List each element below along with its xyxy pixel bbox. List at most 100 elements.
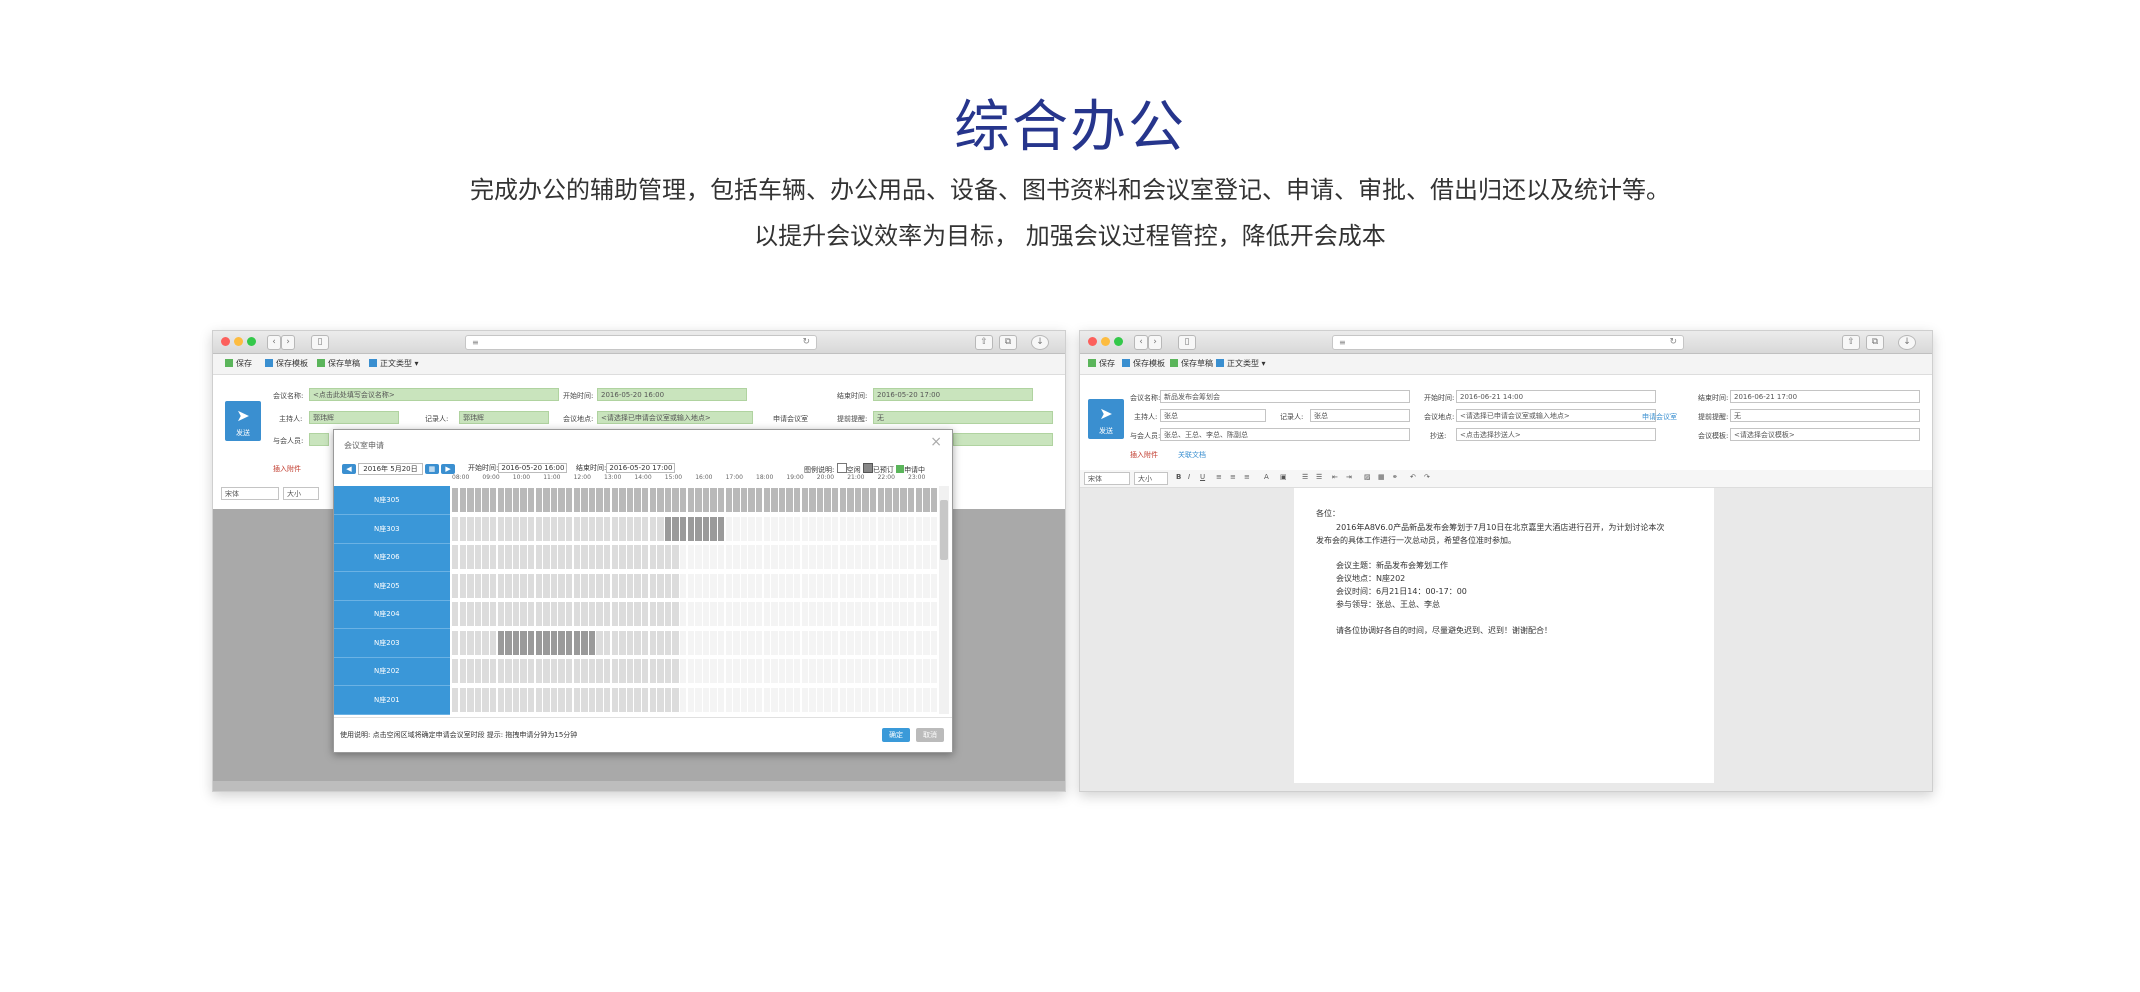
time-slot[interactable] [459,545,466,569]
time-slot[interactable] [520,602,527,626]
time-slot[interactable] [809,602,816,626]
time-slot[interactable] [497,630,504,655]
time-slot[interactable] [657,687,664,712]
time-slot[interactable] [824,573,831,598]
time-slot[interactable] [680,659,687,683]
close-window-icon[interactable] [1088,337,1097,346]
time-slot[interactable] [459,630,466,655]
document-page[interactable]: 各位： 2016年A8V6.0产品新品发布会筹划于7月10日在北京嘉里大酒店进行… [1294,488,1714,783]
time-slot[interactable] [642,488,649,512]
time-slot[interactable] [604,516,611,541]
time-slot[interactable] [467,659,474,683]
time-slot[interactable] [657,545,664,569]
time-slot[interactable] [566,602,573,626]
time-slot[interactable] [664,516,672,541]
time-slot[interactable] [718,516,725,541]
time-slot[interactable] [870,516,877,541]
time-slot[interactable] [824,488,831,512]
time-slot[interactable] [900,545,907,569]
time-slot[interactable] [626,488,634,512]
time-slot[interactable] [680,488,687,512]
time-slot[interactable] [877,659,884,683]
time-slot[interactable] [512,573,520,598]
time-slot[interactable] [535,488,542,512]
outdent-icon[interactable]: ⇤ [1332,473,1338,481]
time-slot[interactable] [596,488,603,512]
time-slot[interactable] [452,630,459,655]
time-slot[interactable] [550,545,558,569]
time-slot[interactable] [702,687,710,712]
template-select[interactable] [953,433,1053,446]
time-slot[interactable] [763,573,770,598]
apply-room-link[interactable]: 申请会议室 [773,414,808,424]
time-slot[interactable] [763,516,770,541]
time-slot[interactable] [847,687,854,712]
time-slot[interactable] [611,488,618,512]
time-slot[interactable] [748,630,755,655]
time-slot[interactable] [854,659,862,683]
time-slot[interactable] [573,659,580,683]
time-slot[interactable] [687,659,694,683]
time-slot[interactable] [649,659,656,683]
time-slot[interactable] [832,573,839,598]
time-slot[interactable] [482,630,489,655]
time-slot[interactable] [725,573,732,598]
template-select[interactable]: <请选择会议模板> [1730,428,1920,441]
redo-icon[interactable]: ↷ [1424,473,1430,481]
prev-day-icon[interactable]: ◀ [342,464,356,474]
time-slot[interactable] [809,545,816,569]
time-slot[interactable] [862,630,869,655]
end-time-input[interactable]: 2016-06-21 17:00 [1730,390,1920,403]
time-slot[interactable] [740,687,748,712]
time-slot[interactable] [702,602,710,626]
time-slot[interactable] [816,659,824,683]
time-slot[interactable] [604,573,611,598]
time-slot[interactable] [474,488,482,512]
time-slot[interactable] [543,630,550,655]
time-slot[interactable] [649,573,656,598]
time-slot[interactable] [725,516,732,541]
time-slot[interactable] [923,630,930,655]
confirm-button[interactable]: 确定 [882,728,910,742]
time-slot[interactable] [490,545,497,569]
time-slot[interactable] [497,687,504,712]
time-slot[interactable] [657,573,664,598]
time-slot[interactable] [535,516,542,541]
time-slot[interactable] [573,573,580,598]
tabs-icon[interactable]: ⧉ [1866,335,1884,350]
time-slot[interactable] [870,659,877,683]
time-slot[interactable] [885,488,892,512]
time-slot[interactable] [474,659,482,683]
time-slot[interactable] [908,630,915,655]
time-slot[interactable] [596,659,603,683]
close-icon[interactable]: × [930,434,942,450]
time-slot[interactable] [756,545,763,569]
time-slot[interactable] [695,630,702,655]
time-slot[interactable] [482,659,489,683]
time-slot[interactable] [543,659,550,683]
time-slot[interactable] [505,516,512,541]
time-slot[interactable] [718,687,725,712]
time-slot[interactable] [733,488,740,512]
sidebar-icon[interactable]: ▯ [311,335,329,350]
time-slot[interactable] [740,602,748,626]
time-slot[interactable] [452,602,459,626]
time-slot[interactable] [870,545,877,569]
time-slot[interactable] [870,488,877,512]
time-slot[interactable] [695,602,702,626]
time-slot[interactable] [740,630,748,655]
time-slot[interactable] [908,488,915,512]
time-slot[interactable] [467,545,474,569]
time-slot[interactable] [512,630,520,655]
time-slot[interactable] [687,516,694,541]
time-slot[interactable] [596,602,603,626]
toolbar-save-template[interactable]: 保存模板 [1122,358,1165,370]
time-slot[interactable] [824,687,831,712]
time-slot[interactable] [459,516,466,541]
time-slot[interactable] [786,659,793,683]
room-item[interactable]: N座305 [334,486,450,515]
time-slot[interactable] [611,545,618,569]
time-slot[interactable] [566,630,573,655]
time-slot[interactable] [839,516,846,541]
time-slot[interactable] [619,687,626,712]
